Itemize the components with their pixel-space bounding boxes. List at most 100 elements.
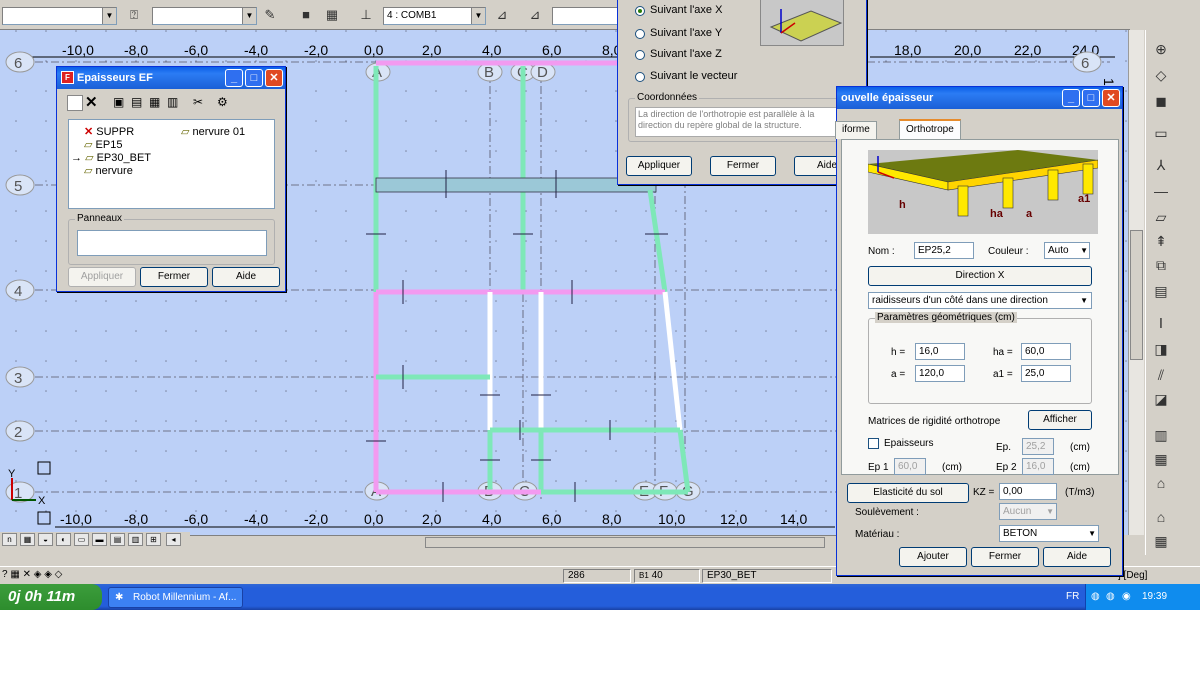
scroll-left-icon[interactable]: ◂ xyxy=(166,533,181,546)
a1-input[interactable]: 25,0 xyxy=(1021,365,1071,382)
load-case-combo[interactable]: 4 : COMB1 ▼ xyxy=(383,7,486,25)
direction-x-button[interactable]: Direction X xyxy=(868,266,1092,286)
view-tab[interactable]: n xyxy=(2,533,17,546)
apply-button[interactable]: Appliquer xyxy=(68,267,136,287)
small-icons-view-icon[interactable]: ▤ xyxy=(131,95,142,109)
list-item[interactable]: ▱ EP15 xyxy=(84,138,122,151)
material-icon[interactable]: ◨ xyxy=(1149,338,1173,360)
line-icon[interactable]: — xyxy=(1149,180,1173,202)
structure-icon[interactable]: ⌂ xyxy=(1149,506,1173,528)
i-beam-icon[interactable]: Ⅰ xyxy=(1149,312,1173,334)
tab-uniform[interactable]: iforme xyxy=(835,121,877,139)
selection-combo[interactable]: ▼ xyxy=(2,7,117,25)
radio-button[interactable] xyxy=(635,50,645,60)
node-icon[interactable]: ⊕ xyxy=(1149,38,1173,60)
vertical-scrollbar-thumb[interactable] xyxy=(1130,230,1143,360)
window-title-bar[interactable]: ouvelle épaisseur _ □ ✕ xyxy=(837,87,1122,109)
view-tab[interactable]: ▦ xyxy=(20,533,35,546)
alert-icon[interactable]: ◉ xyxy=(1122,584,1131,610)
radio-button[interactable] xyxy=(635,29,645,39)
load-help-icon[interactable]: ⊿ xyxy=(492,5,512,25)
close-window-button[interactable]: Fermer xyxy=(710,156,776,176)
calc-icon[interactable]: ▥ xyxy=(1149,424,1173,446)
bar-section-icon[interactable]: ◼ xyxy=(1149,90,1173,112)
close-button[interactable]: ✕ xyxy=(1102,89,1120,107)
large-icons-view-icon[interactable]: ▣ xyxy=(113,95,124,109)
view-tab[interactable]: ◒ xyxy=(38,533,53,546)
uplift-select[interactable]: Aucun ▼ xyxy=(999,503,1057,520)
robot-millennium-task-button[interactable]: ✱ Robot Millennium - Af... xyxy=(108,587,243,608)
view-tab[interactable]: ▤ xyxy=(110,533,125,546)
support-icon[interactable]: ⅄ xyxy=(1149,154,1173,176)
soil-elasticity-button[interactable]: Elasticité du sol xyxy=(847,483,969,503)
list-item[interactable]: ▱ nervure 01 xyxy=(181,125,245,138)
load-define-icon[interactable]: ⊿ xyxy=(525,5,545,25)
case-list-combo[interactable]: ▼ xyxy=(152,7,257,25)
table-icon[interactable]: ▦ xyxy=(1149,448,1173,470)
network-icon[interactable]: ◍ xyxy=(1091,584,1100,610)
load-icon[interactable]: ⇞ xyxy=(1149,230,1173,252)
new-icon[interactable] xyxy=(67,95,83,111)
minimize-button[interactable]: _ xyxy=(225,69,243,87)
start-button[interactable]: 0j 0h 11m xyxy=(0,584,102,610)
h-input[interactable]: 16,0 xyxy=(915,343,965,360)
material-select[interactable]: BETON ▼ xyxy=(999,525,1099,542)
view-tab[interactable]: ⊞ xyxy=(146,533,161,546)
delete-icon[interactable]: ✕ xyxy=(85,93,98,111)
security-icon[interactable]: ◍ xyxy=(1106,584,1115,610)
thickness-checkbox[interactable] xyxy=(868,438,879,449)
color-select[interactable]: Auto ▼ xyxy=(1044,242,1090,259)
close-window-button[interactable]: Fermer xyxy=(140,267,208,287)
release-icon[interactable]: ▭ xyxy=(1149,122,1173,144)
grey-stack-icon[interactable]: ▦ xyxy=(322,5,342,25)
close-window-button[interactable]: Fermer xyxy=(971,547,1039,567)
maximize-button[interactable]: □ xyxy=(245,69,263,87)
minimize-button[interactable]: _ xyxy=(1062,89,1080,107)
offset-icon[interactable]: ⫽ xyxy=(1149,364,1173,386)
panels-input[interactable] xyxy=(77,230,267,256)
list-item[interactable]: ✕ SUPPR xyxy=(84,125,134,138)
load-case-icon[interactable]: ⊥ xyxy=(356,5,376,25)
ep-input[interactable]: 25,2 xyxy=(1022,438,1054,455)
ep2-input[interactable]: 16,0 xyxy=(1022,458,1054,475)
name-input[interactable]: EP25,2 xyxy=(914,242,974,259)
vertical-scrollbar[interactable] xyxy=(1128,30,1144,535)
tab-orthotrope[interactable]: Orthotrope xyxy=(899,119,961,139)
view-tab[interactable]: ▭ xyxy=(74,533,89,546)
help-button[interactable]: Aide xyxy=(212,267,280,287)
status-icons[interactable]: ? ▦ ✕ ◈ ◈ ◇ xyxy=(2,569,62,580)
ha-input[interactable]: 60,0 xyxy=(1021,343,1071,360)
horizontal-scrollbar-thumb[interactable] xyxy=(425,537,825,548)
help-button[interactable]: Aide xyxy=(1043,547,1111,567)
cladding-icon[interactable]: ▤ xyxy=(1149,280,1173,302)
list-view-icon[interactable]: ▦ xyxy=(149,95,160,109)
thickness-list[interactable]: ✕ SUPPR ▱ nervure 01 ▱ EP15 → ▱ EP30_BET… xyxy=(68,119,275,209)
list-item[interactable]: ▱ nervure xyxy=(84,164,133,177)
details-view-icon[interactable]: ▥ xyxy=(167,95,178,109)
grid-table-icon[interactable]: ▦ xyxy=(1149,530,1173,552)
geometry-icon[interactable]: ◪ xyxy=(1149,388,1173,410)
grey-block-icon[interactable]: ■ xyxy=(296,5,316,25)
pen-help-icon[interactable]: ✎ xyxy=(260,5,280,25)
apply-button[interactable]: Appliquer xyxy=(626,156,692,176)
maximize-button[interactable]: □ xyxy=(1082,89,1100,107)
panel-icon[interactable]: ▱ xyxy=(1149,206,1173,228)
cut-icon[interactable]: ✂ xyxy=(193,95,203,109)
language-indicator[interactable]: FR xyxy=(1066,584,1079,610)
radio-button[interactable] xyxy=(635,72,645,82)
view-tab[interactable]: ▥ xyxy=(128,533,143,546)
view-tab[interactable]: ◐ xyxy=(56,533,71,546)
thickness-icon[interactable]: ⧉ xyxy=(1149,254,1173,276)
show-matrices-button[interactable]: Afficher xyxy=(1028,410,1092,430)
stiffener-type-select[interactable]: raidisseurs d'un côté dans une direction… xyxy=(868,292,1092,309)
add-button[interactable]: Ajouter xyxy=(899,547,967,567)
ep1-input[interactable]: 60,0 xyxy=(894,458,926,475)
case-help-icon[interactable]: ⍰ xyxy=(124,5,144,25)
view-tab[interactable]: ▬ xyxy=(92,533,107,546)
properties-icon[interactable]: ⚙ xyxy=(217,95,228,109)
radio-button[interactable] xyxy=(635,6,645,16)
list-item-current[interactable]: → ▱ EP30_BET xyxy=(71,151,151,164)
close-button[interactable]: ✕ xyxy=(265,69,283,87)
building-icon[interactable]: ⌂ xyxy=(1149,472,1173,494)
window-title-bar[interactable]: F Epaisseurs EF _ □ ✕ xyxy=(57,67,285,89)
